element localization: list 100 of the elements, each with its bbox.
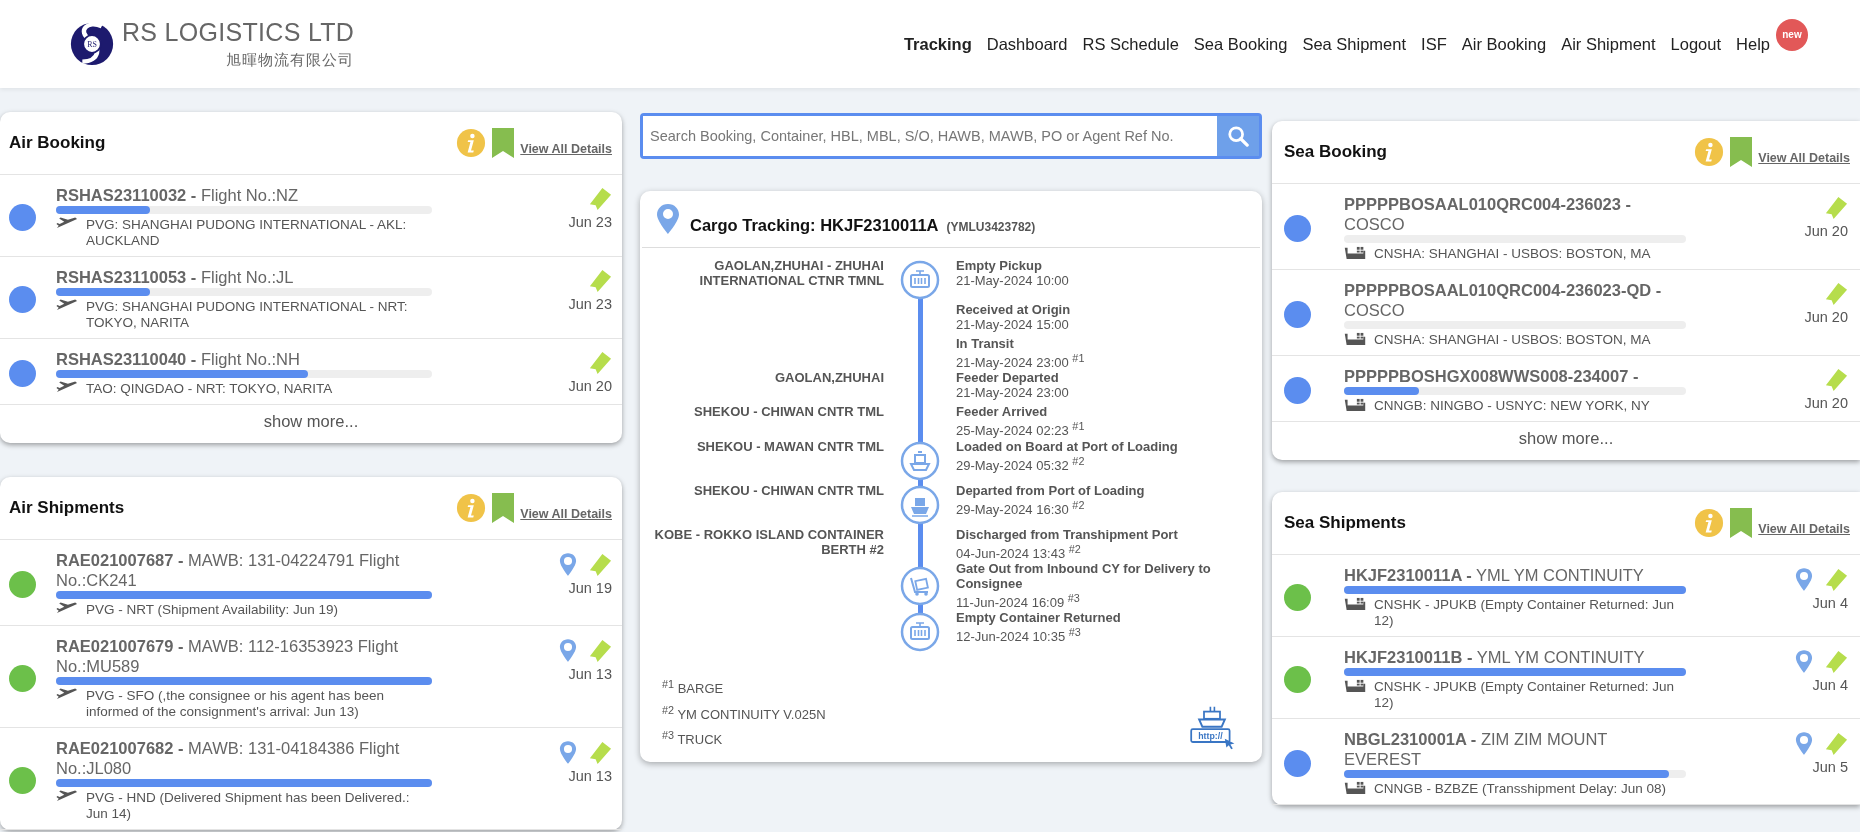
tag-icon[interactable]: [587, 552, 612, 578]
ship-icon: [1344, 781, 1366, 794]
view-all-details-link[interactable]: View All Details: [520, 507, 612, 521]
tag-icon[interactable]: [1823, 649, 1848, 675]
info-icon[interactable]: [1694, 137, 1725, 167]
nav-link[interactable]: Air Booking: [1461, 34, 1547, 54]
airplane-icon: [56, 217, 78, 230]
nav-link[interactable]: Sea Booking: [1193, 34, 1288, 54]
location-pin-icon[interactable]: [559, 638, 577, 664]
airplane-icon: [56, 790, 78, 803]
shipment-title[interactable]: RAE021007679 - MAWB: 112-16353923 Flight No.:MU589: [56, 636, 432, 676]
route-text: CNSHA: SHANGHAI - USBOS: BOSTON, MA: [1374, 246, 1652, 262]
shipment-title[interactable]: PPPPPBOSAAL010QRC004-236023-QD - COSCO: [1344, 280, 1686, 320]
event-location: KOBE - ROKKO ISLAND CONTAINER BERTH #2: [654, 526, 884, 557]
tag-icon[interactable]: [1823, 368, 1848, 393]
show-more-link[interactable]: show more...: [263, 412, 359, 431]
tag-icon[interactable]: [1823, 196, 1848, 221]
event-time: 11-Jun-2024 16:09 $^{#3}$: [956, 591, 1081, 611]
date-text: Jun 13: [568, 768, 612, 784]
location-pin-icon[interactable]: [559, 552, 577, 578]
ship-icon: [1344, 246, 1366, 259]
event-status: Empty Container Returned: [956, 610, 1122, 626]
bookmark-icon[interactable]: [1730, 137, 1753, 167]
event-time: 21-May-2024 23:00 $^{#1}$: [956, 351, 1086, 371]
bookmark-icon[interactable]: [492, 493, 515, 523]
info-icon[interactable]: [1694, 508, 1725, 538]
view-all-details-link[interactable]: View All Details: [1758, 151, 1850, 165]
tag-icon[interactable]: [1823, 282, 1848, 307]
event-location: SHEKOU - CHIWAN CNTR TML: [694, 404, 884, 420]
shipment-title[interactable]: RAE021007687 - MAWB: 131-04224791 Flight No.:CK241: [56, 550, 432, 590]
shipment-title[interactable]: RSHAS23110053 - Flight No.:JL: [56, 267, 432, 287]
tag-icon[interactable]: [1823, 567, 1848, 593]
event-time: 21-May-2024 23:00: [956, 385, 1070, 401]
show-more-link[interactable]: show more...: [1518, 429, 1614, 448]
route-text: PVG: SHANGHAI PUDONG INTERNATIONAL - AKL: AUCKLAND: [86, 217, 408, 249]
nav-link[interactable]: Help: [1736, 34, 1770, 54]
tag-icon[interactable]: [587, 269, 612, 294]
date-text: Jun 19: [568, 580, 612, 596]
nav-link[interactable]: ISF: [1421, 34, 1447, 54]
event-time: 04-Jun-2024 13:43 $^{#2}$: [956, 542, 1082, 561]
event-status: Empty Pickup: [956, 258, 1043, 273]
ship-icon: [900, 484, 940, 525]
location-pin-icon[interactable]: [1795, 567, 1813, 593]
event-time: 29-May-2024 16:30 $^{#2}$: [956, 498, 1086, 517]
search-button[interactable]: [1217, 116, 1259, 156]
shipment-title[interactable]: HKJF2310011B - YML YM CONTINUITY: [1344, 647, 1686, 667]
tracking-title: Cargo Tracking: HKJF2310011A: [690, 216, 939, 235]
route-text: CNSHK - JPUKB (Empty Container Returned: Jun 12): [1374, 597, 1676, 629]
panel-title: Air Booking: [9, 133, 106, 153]
tag-icon[interactable]: [587, 351, 612, 376]
tag-icon[interactable]: [587, 638, 612, 664]
event-location: GAOLAN,ZHUHAI - ZHUHAI INTERNATIONAL CTNR TMNL: [699, 258, 884, 288]
nav-link[interactable]: Air Shipment: [1561, 34, 1656, 54]
nav-link[interactable]: Dashboard: [986, 34, 1068, 54]
location-pin-icon[interactable]: [1795, 649, 1813, 675]
cart-icon: [900, 565, 940, 606]
route-text: TAO: QINGDAO - NRT: TOKYO, NARITA: [86, 381, 334, 397]
company-name: RS LOGISTICS LTD: [122, 18, 355, 47]
nav-link[interactable]: RS Schedule: [1082, 34, 1179, 54]
search-field[interactable]: Search Booking, Container, HBL, MBL, S/O, HAWB, MAWB, PO or Agent Ref No.: [640, 113, 1262, 159]
nav-link[interactable]: Tracking: [903, 34, 972, 54]
shipment-title[interactable]: RAE021007682 - MAWB: 131-04184386 Flight No.:JL080: [56, 738, 432, 778]
company-chinese-name: 旭暉物流有限公司: [226, 51, 355, 70]
shipment-title[interactable]: RSHAS23110032 - Flight No.:NZ: [56, 185, 432, 205]
location-pin-icon[interactable]: [1795, 731, 1813, 757]
event-status: Departed from Port of Loading: [956, 482, 1146, 498]
nav-link[interactable]: Logout: [1670, 34, 1722, 54]
info-icon[interactable]: [456, 128, 487, 158]
shipment-title[interactable]: HKJF2310011A - YML YM CONTINUITY: [1344, 565, 1686, 585]
route-text: PVG - NRT (Shipment Availability: Jun 19): [86, 602, 340, 618]
event-time: 25-May-2024 02:23 $^{#1}$: [956, 419, 1086, 439]
airplane-icon: [56, 602, 78, 615]
event-status: Discharged from Transhipment Port: [956, 526, 1179, 542]
route-text: CNNGB - BZBZE (Transshipment Delay: Jun 08): [1374, 781, 1668, 797]
location-pin-icon[interactable]: [559, 740, 577, 766]
info-icon[interactable]: [456, 493, 487, 523]
route-text: PVG - SFO (,the consignee or his agent has been informed of the consignment's arrival: Jun 13): [86, 688, 385, 720]
shipment-title[interactable]: PPPPPBOSAAL010QRC004-236023 - COSCO: [1344, 194, 1686, 234]
container-icon: [900, 260, 940, 300]
new-badge: new: [1776, 18, 1808, 51]
event-location: SHEKOU - MAWAN CNTR TML: [696, 438, 884, 454]
event-status: Feeder Departed: [956, 370, 1060, 386]
footnote: $^{#1}$ BARGE: [662, 677, 725, 699]
route-text: CNSHK - JPUKB (Empty Container Returned: Jun 12): [1374, 679, 1676, 711]
tag-icon[interactable]: [1823, 731, 1848, 757]
shipment-title[interactable]: PPPPPBOSHGX008WWS008-234007 -: [1344, 366, 1686, 386]
date-text: Jun 20: [568, 378, 612, 394]
route-text: PVG - HND (Delivered Shipment has been Delivered.: Jun 14): [86, 790, 411, 822]
view-all-details-link[interactable]: View All Details: [1758, 522, 1850, 536]
date-text: Jun 4: [1812, 595, 1848, 611]
shipment-title[interactable]: NBGL2310001A - ZIM ZIM MOUNT EVEREST: [1344, 729, 1686, 769]
view-all-details-link[interactable]: View All Details: [520, 142, 612, 156]
bookmark-icon[interactable]: [492, 128, 515, 158]
event-status: Loaded on Board at Port of Loading: [956, 438, 1179, 454]
airplane-icon: [56, 381, 78, 394]
shipment-title[interactable]: RSHAS23110040 - Flight No.:NH: [56, 349, 432, 369]
tag-icon[interactable]: [587, 740, 612, 766]
nav-link[interactable]: Sea Shipment: [1302, 34, 1407, 54]
tag-icon[interactable]: [587, 187, 612, 212]
bookmark-icon[interactable]: [1730, 508, 1753, 538]
